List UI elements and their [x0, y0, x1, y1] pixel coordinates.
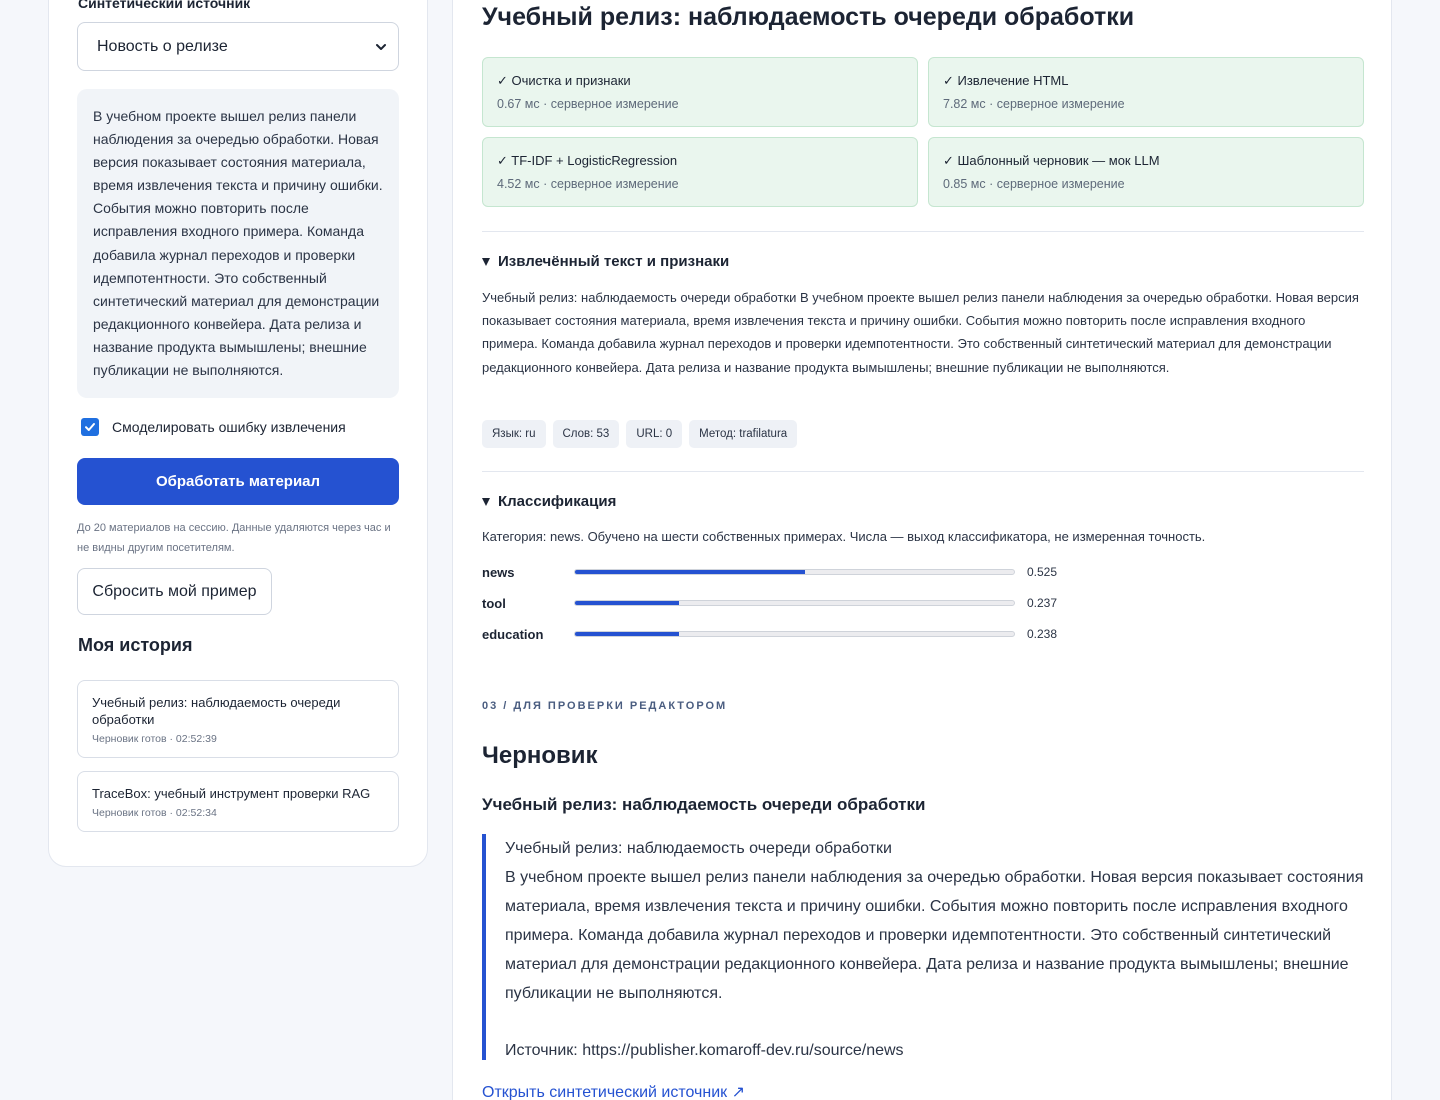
history-item-meta: Черновик готов · 02:52:34 [92, 807, 217, 819]
feature-tag: URL: 0 [626, 420, 683, 448]
session-note: До 20 материалов на сессию. Данные удаля… [77, 522, 391, 554]
classification-heading: Классификация [498, 493, 617, 510]
disclosure-triangle-icon [482, 257, 490, 266]
step-name: ✓ TF-IDF + LogisticRegression [497, 153, 678, 168]
feature-tag: Слов: 53 [552, 420, 620, 448]
source-label: Синтетический источник [78, 0, 251, 11]
step-timing: 4.52 мс · серверное измерение [497, 177, 679, 191]
score-label: education [482, 626, 544, 642]
step-card: ✓ Извлечение HTML 7.82 мс · серверное из… [928, 57, 1364, 127]
score-value: 0.238 [1027, 627, 1058, 641]
page-title: Учебный релиз: наблюдаемость очереди обр… [482, 3, 1135, 31]
draft-quote-body: В учебном проекте вышел релиз панели наб… [505, 869, 1364, 1002]
step-timing: 0.85 мс · серверное измерение [943, 177, 1125, 191]
history-item-title: Учебный релиз: наблюдаемость очереди обр… [92, 695, 341, 727]
score-row: tool 0.237 [482, 593, 1102, 613]
draft-quote: Учебный релиз: наблюдаемость очереди обр… [482, 834, 1364, 1060]
step-card: ✓ TF-IDF + LogisticRegression 4.52 мс · … [482, 137, 918, 207]
draft-quote-title: Учебный релиз: наблюдаемость очереди обр… [505, 840, 892, 857]
history-item-meta: Черновик готов · 02:52:39 [92, 733, 217, 745]
score-bar-fill [575, 632, 680, 636]
score-row: education 0.238 [482, 624, 1102, 644]
sidebar: Синтетический источник Новость о релизе … [48, 0, 428, 867]
source-text: В учебном проекте вышел релиз панели наб… [77, 89, 399, 398]
divider [482, 471, 1364, 472]
step-name: ✓ Шаблонный черновик — мок LLM [943, 153, 1160, 168]
simulate-error-row[interactable]: Смоделировать ошибку извлечения [81, 418, 346, 436]
process-button[interactable]: Обработать материал [77, 458, 399, 505]
step-timing: 0.67 мс · серверное измерение [497, 97, 679, 111]
source-select-value: Новость о релизе [97, 37, 228, 55]
step-card: ✓ Шаблонный черновик — мок LLM 0.85 мс ·… [928, 137, 1364, 207]
score-value: 0.525 [1027, 565, 1058, 579]
pipeline-steps: ✓ Очистка и признаки 0.67 мс · серверное… [482, 57, 1364, 207]
score-label: news [482, 564, 515, 580]
score-bar-fill [575, 601, 680, 605]
source-select[interactable]: Новость о релизе [77, 22, 399, 71]
classification-section-toggle[interactable]: Классификация [482, 493, 616, 510]
open-source-link[interactable]: Открыть синтетический источник ↗ [482, 1082, 745, 1100]
feature-tags: Язык: ru Слов: 53 URL: 0 Метод: trafilat… [482, 420, 798, 448]
classification-description: Категория: news. Обучено на шести собств… [482, 529, 1206, 544]
score-label: tool [482, 595, 506, 611]
disclosure-triangle-icon [482, 497, 490, 506]
draft-title: Черновик [482, 742, 598, 769]
extracted-text: Учебный релиз: наблюдаемость очереди обр… [482, 290, 1359, 375]
score-bar [574, 569, 1015, 575]
chevron-down-icon [374, 40, 388, 54]
draft-eyebrow: 03 / ДЛЯ ПРОВЕРКИ РЕДАКТОРОМ [482, 700, 728, 712]
simulate-error-checkbox[interactable] [81, 418, 99, 436]
draft-quote-source: Источник: https://publisher.komaroff-dev… [505, 1042, 904, 1059]
step-card: ✓ Очистка и признаки 0.67 мс · серверное… [482, 57, 918, 127]
extract-section-toggle[interactable]: Извлечённый текст и признаки [482, 253, 729, 270]
reset-button[interactable]: Сбросить мой пример [77, 568, 272, 615]
feature-tag: Метод: trafilatura [689, 420, 798, 448]
extract-heading: Извлечённый текст и признаки [498, 253, 730, 270]
main-panel: Учебный релиз: наблюдаемость очереди обр… [452, 0, 1392, 1100]
score-bar [574, 631, 1015, 637]
checkmark-icon [85, 423, 95, 431]
simulate-error-label: Смоделировать ошибку извлечения [112, 419, 346, 435]
score-value: 0.237 [1027, 596, 1058, 610]
history-item[interactable]: Учебный релиз: наблюдаемость очереди обр… [77, 680, 399, 758]
step-name: ✓ Извлечение HTML [943, 73, 1069, 88]
draft-subtitle: Учебный релиз: наблюдаемость очереди обр… [482, 795, 926, 814]
score-bar [574, 600, 1015, 606]
step-name: ✓ Очистка и признаки [497, 73, 631, 88]
history-item-title: TraceBox: учебный инструмент проверки RA… [92, 786, 371, 801]
score-row: news 0.525 [482, 562, 1102, 582]
step-timing: 7.82 мс · серверное измерение [943, 97, 1125, 111]
divider [482, 231, 1364, 232]
history-title: Моя история [78, 635, 193, 655]
score-bar-fill [575, 570, 806, 574]
history-item[interactable]: TraceBox: учебный инструмент проверки RA… [77, 771, 399, 832]
feature-tag: Язык: ru [482, 420, 546, 448]
